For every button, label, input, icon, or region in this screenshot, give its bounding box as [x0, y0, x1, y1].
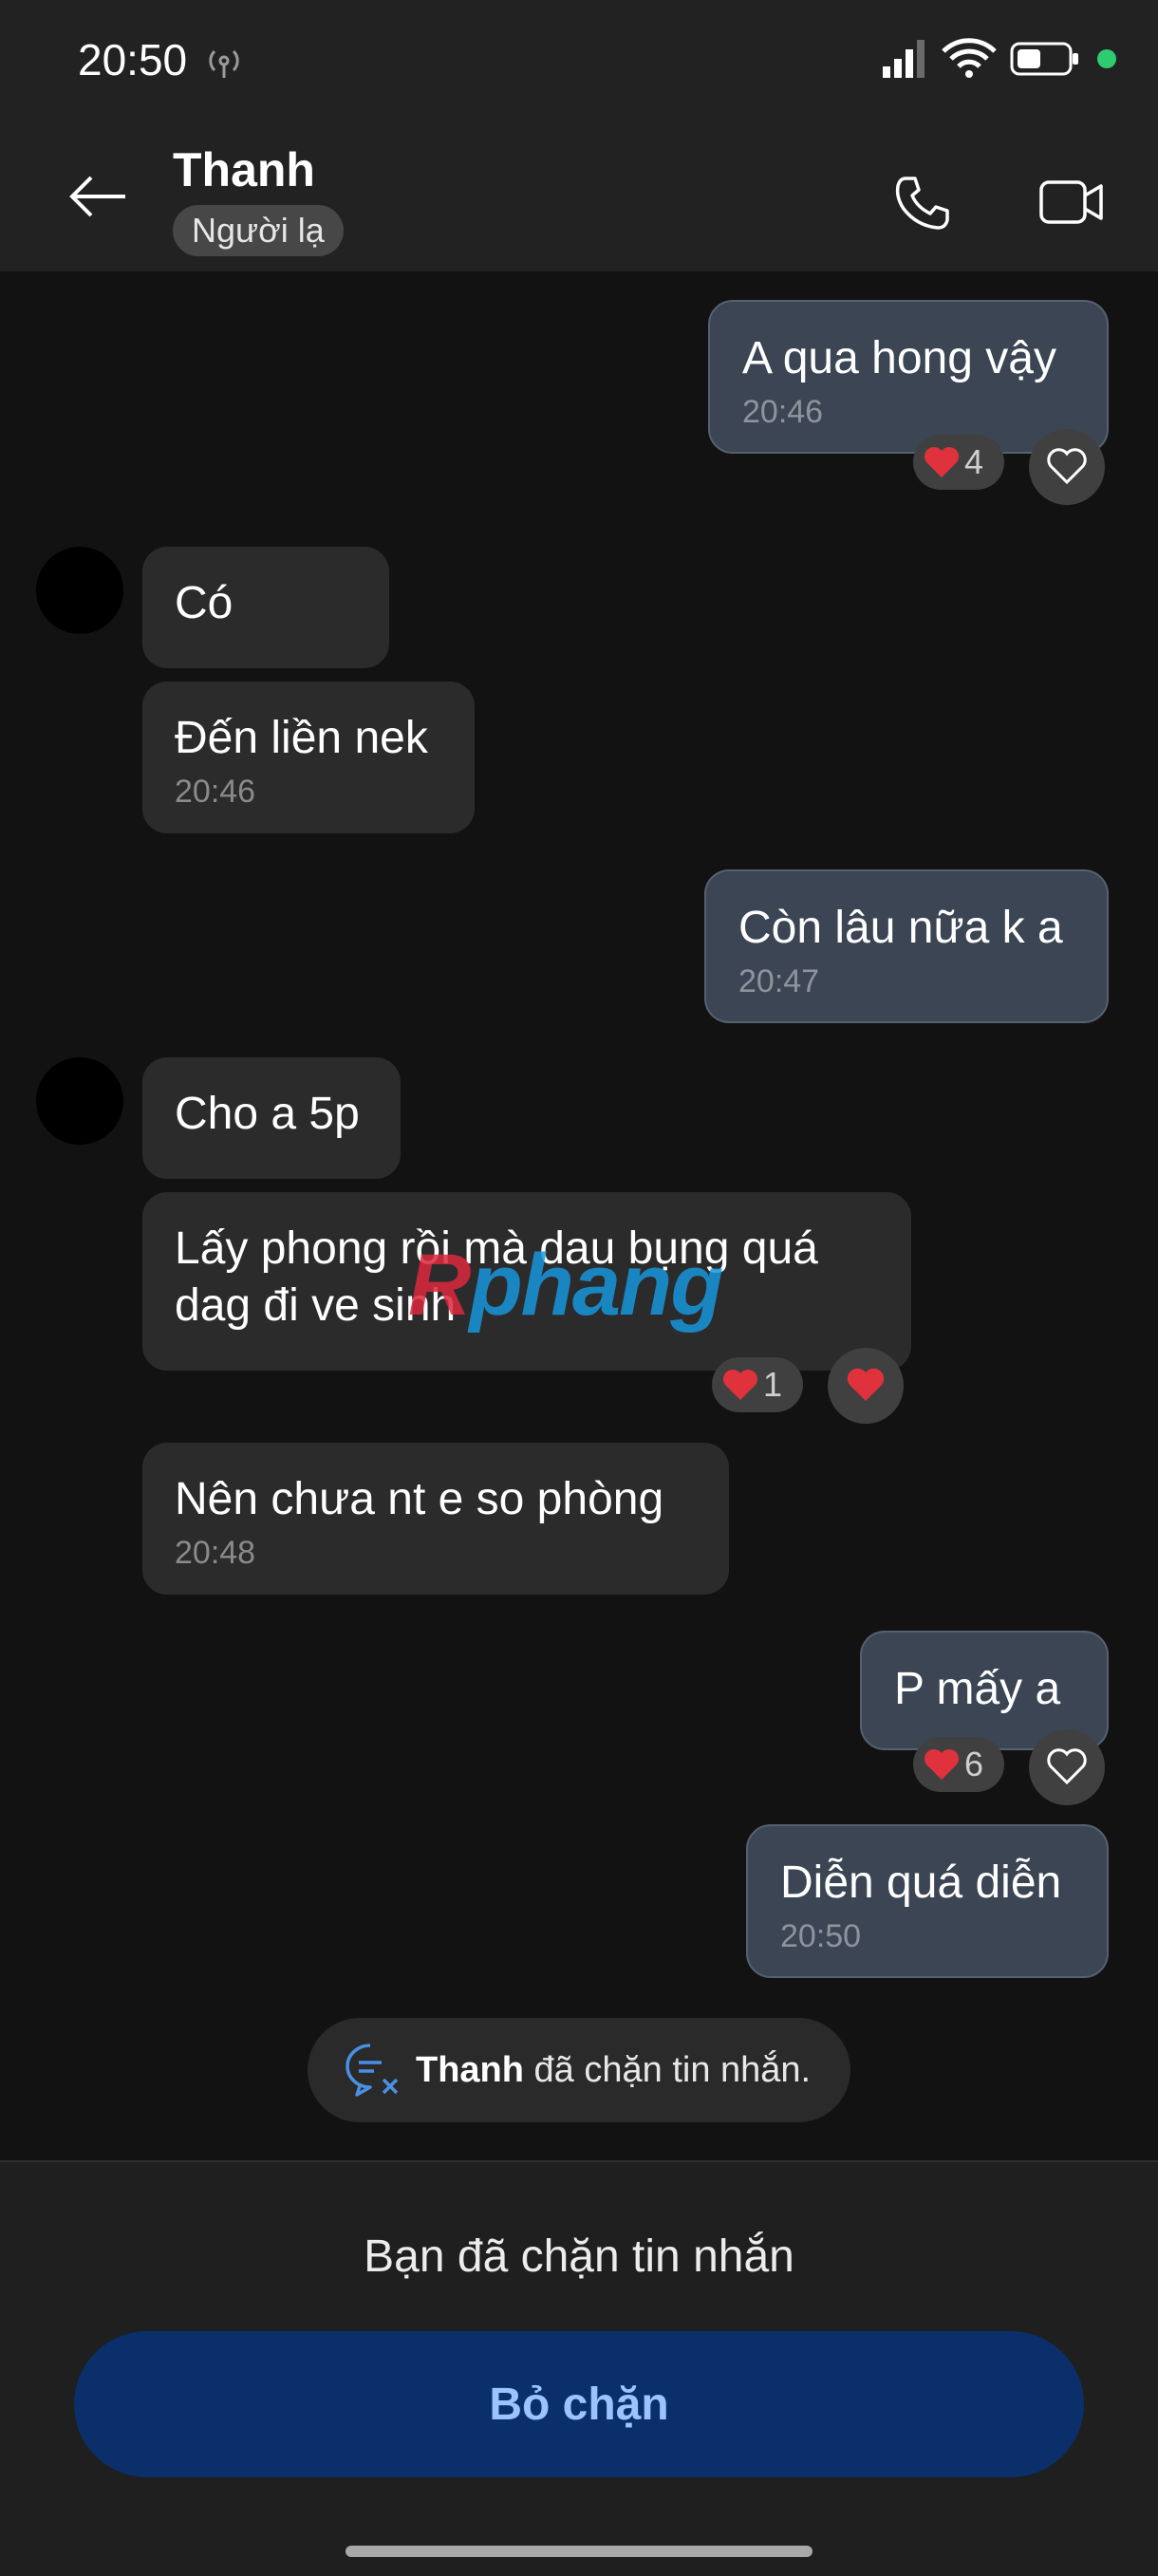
heart-outline-icon: [1047, 448, 1087, 485]
message-text: Cho a 5p: [175, 1089, 360, 1139]
chat-header: Thanh Người lạ: [0, 125, 1158, 271]
message-text: Có: [175, 578, 233, 628]
message-time: 20:47: [738, 963, 820, 999]
notice-text: Thanh đã chặn tin nhắn.: [416, 2050, 811, 2091]
message-text: P mấy a: [894, 1664, 1061, 1714]
heart-icon: [723, 1370, 757, 1400]
reaction-count-pill[interactable]: 1: [712, 1357, 803, 1412]
message-text: Còn lâu nữa k a: [738, 903, 1063, 953]
avatar[interactable]: [36, 547, 123, 634]
outgoing-message[interactable]: Diễn quá diễn 20:50: [746, 1824, 1109, 1978]
react-heart-button[interactable]: [1029, 429, 1105, 505]
signal-icon: [883, 40, 925, 78]
heart-outline-icon: [1047, 1748, 1087, 1785]
reaction-count: 6: [964, 1745, 984, 1783]
watermark-text: phang: [469, 1237, 723, 1334]
watermark-letter: R: [408, 1237, 471, 1334]
incoming-message[interactable]: Cho a 5p: [142, 1057, 401, 1179]
battery-icon: [1010, 42, 1078, 76]
incoming-message[interactable]: Có: [142, 547, 389, 668]
incoming-message[interactable]: Nên chưa nt e so phòng 20:48: [142, 1443, 729, 1595]
reaction-count-pill[interactable]: 4: [913, 435, 1004, 490]
message-text: Đến liền nek: [175, 713, 428, 763]
message-time: 20:50: [780, 1918, 862, 1954]
message-time: 20:46: [742, 394, 824, 430]
notice-contact-name: Thanh: [416, 2049, 524, 2090]
hotspot-icon: [209, 49, 239, 78]
notice-message: đã chặn tin nhắn.: [523, 2049, 812, 2090]
message-text: Nên chưa nt e so phòng: [175, 1474, 664, 1524]
wifi-icon: [942, 38, 997, 78]
react-heart-button[interactable]: [1029, 1729, 1105, 1805]
back-arrow-icon[interactable]: [68, 173, 127, 220]
unblock-button[interactable]: Bỏ chặn: [74, 2331, 1084, 2477]
reaction-count: 4: [964, 442, 984, 481]
status-time: 20:50: [78, 35, 188, 84]
outgoing-message[interactable]: Còn lâu nữa k a 20:47: [704, 869, 1109, 1023]
heart-icon: [925, 1749, 959, 1780]
stranger-badge: Người lạ: [173, 205, 344, 256]
avatar[interactable]: [36, 1057, 123, 1145]
blocked-footer: Bạn đã chặn tin nhắn Bỏ chặn: [0, 2160, 1158, 2576]
watermark-logo: Rphang: [408, 1236, 723, 1335]
reaction-count: 1: [763, 1365, 783, 1404]
message-time: 20:46: [175, 774, 256, 810]
reaction-count-pill[interactable]: 6: [913, 1737, 1004, 1792]
phone-call-icon[interactable]: [892, 173, 953, 233]
react-heart-button[interactable]: [828, 1348, 904, 1424]
heart-icon: [847, 1368, 885, 1401]
message-time: 20:48: [175, 1535, 256, 1571]
status-bar: 20:50: [0, 0, 1158, 125]
video-call-icon[interactable]: [1038, 175, 1105, 230]
heart-icon: [925, 447, 959, 477]
message-text: Diễn quá diễn: [780, 1857, 1062, 1908]
contact-name[interactable]: Thanh: [173, 142, 315, 197]
status-dot: [1097, 49, 1116, 68]
blocked-notice: Thanh đã chặn tin nhắn.: [308, 2018, 850, 2122]
message-list[interactable]: A qua hong vậy 20:46 4 Có Đến liền nek 2…: [0, 271, 1158, 2160]
message-text: A qua hong vậy: [742, 333, 1056, 383]
home-indicator[interactable]: [346, 2546, 812, 2557]
blocked-status-text: Bạn đã chặn tin nhắn: [364, 2231, 794, 2282]
blocked-chat-icon: [346, 2044, 399, 2097]
incoming-message[interactable]: Đến liền nek 20:46: [142, 681, 475, 833]
outgoing-message[interactable]: A qua hong vậy 20:46: [708, 300, 1109, 454]
